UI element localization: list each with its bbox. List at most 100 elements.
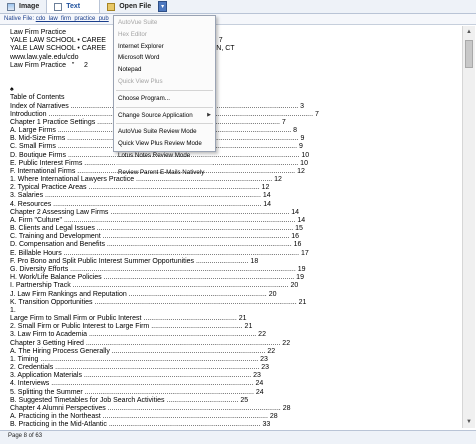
document-line: B. Clients and Legal Issues ............… — [10, 225, 303, 233]
menu-item-label: Hex Editor — [118, 30, 147, 38]
document-line: J. Law Firm Rankings and Reputation ....… — [10, 290, 277, 298]
document-line: D. Boutique Firms ......................… — [10, 151, 310, 159]
menu-item-label: Quick View Plus Review Mode — [118, 140, 202, 148]
native-file-label: Native File: — [4, 16, 35, 22]
document-line: ♠ — [10, 86, 14, 94]
status-bar: Page 8 of 63 — [0, 430, 476, 444]
document-line: YALE LAW SCHOOL • CAREE AVEN, CT — [10, 45, 235, 53]
document-line: Chapter 2 Assessing Law Firms ..........… — [10, 208, 300, 216]
menu-separator — [116, 89, 213, 91]
document-line: A. Practicing in the Northeast .........… — [10, 413, 278, 421]
document-line: www.law.yale.edu/cdo — [10, 53, 79, 61]
chevron-down-icon: ▾ — [161, 4, 165, 10]
document-line: A. Firm "Culture" ......................… — [10, 216, 306, 224]
tab-image-label: Image — [19, 3, 40, 10]
menu-item-lotus-notes-review-mode[interactable]: Lotus Notes Review Mode — [114, 150, 215, 162]
document-line: A. Large Firms .........................… — [10, 127, 298, 135]
scroll-up-arrow-icon[interactable]: ▲ — [463, 26, 475, 38]
document-line: 1. — [10, 306, 16, 314]
document-line: YALE LAW SCHOOL • CAREE 7 — [10, 37, 223, 45]
open-file-label: Open File — [119, 3, 152, 10]
menu-separator — [116, 163, 213, 165]
menu-item-label: Notepad — [118, 66, 142, 74]
document-line: 3. Law Firm to Academia ................… — [10, 331, 266, 339]
image-icon — [7, 2, 15, 11]
document-line: G. Diversity Efforts ...................… — [10, 265, 306, 273]
menu-item-label: Internet Explorer — [118, 42, 164, 50]
document-line: Chapter 3 Getting Hired ................… — [10, 339, 291, 347]
menu-item-choose-program[interactable]: Choose Program... — [114, 93, 215, 105]
document-line: I. Partnership Track ...................… — [10, 282, 299, 290]
folder-icon — [107, 2, 116, 11]
document-text-pane[interactable]: Law Firm Practice YALE LAW SCHOOL • CAREE… — [1, 26, 462, 428]
document-line: Large Firm to Small Firm or Public Inter… — [10, 315, 247, 323]
document-line: Chapter 1 Practice Settings ............… — [10, 118, 286, 126]
scrollbar-thumb[interactable] — [465, 40, 473, 68]
menu-item-change-source-application[interactable]: Change Source Application ▶ — [114, 110, 215, 122]
document-line: 2. Small Firm or Public Interest to Larg… — [10, 323, 253, 331]
tab-text-label: Text — [66, 3, 81, 10]
menu-item-autovue-suite: AutoVue Suite — [114, 17, 215, 29]
document-line: 5. Splitting the Summer ................… — [10, 388, 264, 396]
document-line: 4. Resources ...........................… — [10, 200, 272, 208]
open-file-menu: AutoVue Suite Hex Editor Internet Explorer… — [113, 15, 216, 176]
menu-item-label: Microsoft Word — [118, 54, 160, 62]
menu-item-label: AutoVue Suite Review Mode — [118, 128, 197, 136]
document-line: F. Pro Bono and Split Public Interest Su… — [10, 257, 259, 265]
document-line: Index of Narratives ....................… — [10, 102, 305, 110]
menu-item-label: Choose Program... — [118, 94, 170, 102]
document-line: B. Suggested Timetables for Job Search A… — [10, 396, 249, 404]
menu-item-label: Review Parent E-Mails Natively — [118, 168, 205, 176]
document-line: 2. Credentials .........................… — [10, 364, 270, 372]
document-line: Law Firm Practice — [10, 29, 67, 36]
document-line: Law Firm Practice " 2 — [10, 61, 88, 69]
document-line: 1. Where International Lawyers Practice … — [10, 176, 282, 184]
document-line: K. Transition Opportunities ............… — [10, 298, 307, 306]
page-indicator: Page 8 of 63 — [8, 433, 43, 439]
viewer-toolbar: Image Text Open File ▾ — [0, 0, 476, 14]
menu-item-notepad[interactable]: Notepad — [114, 64, 215, 76]
document-line: B. Practicing in the Mid-Atlantic ......… — [10, 421, 271, 428]
tab-image[interactable]: Image — [0, 0, 46, 13]
document-line: 2. Typical Practice Areas ..............… — [10, 184, 270, 192]
document-line: Chapter 4 Alumni Perspectives ..........… — [10, 404, 291, 412]
document-line: A. The Hiring Process Generally ........… — [10, 347, 276, 355]
menu-item-quick-view-plus: Quick View Plus — [114, 76, 215, 88]
document-line: D. Compensation and Benefits ...........… — [10, 241, 302, 249]
open-file-button[interactable]: Open File — [100, 0, 158, 13]
native-file-bar: Native File: cdo_law_firm_practice_pub — [0, 14, 476, 25]
document-line: 4. Interviews ..........................… — [10, 380, 264, 388]
menu-item-internet-explorer[interactable]: Internet Explorer — [114, 41, 215, 53]
menu-item-review-parent-e-mails-natively[interactable]: Review Parent E-Mails Natively — [114, 167, 215, 179]
document-line: C. Training and Development ............… — [10, 233, 300, 241]
menu-item-hex-editor: Hex Editor — [114, 29, 215, 41]
text-document-icon — [54, 2, 63, 11]
menu-separator — [116, 123, 213, 125]
native-file-link[interactable]: cdo_law_firm_practice_pub — [36, 16, 109, 22]
document-line: Table of Contents — [10, 94, 65, 102]
menu-item-microsoft-word[interactable]: Microsoft Word — [114, 52, 215, 64]
vertical-scrollbar[interactable]: ▲ ▼ — [462, 26, 475, 428]
document-line: E. Billable Hours ......................… — [10, 249, 309, 257]
document-line: E. Public Interest Firms ...............… — [10, 159, 308, 167]
document-line: Introduction ...........................… — [10, 110, 319, 118]
open-file-dropdown-button[interactable]: ▾ — [158, 1, 168, 12]
document-line: B. Mid-Size Firms ......................… — [10, 135, 305, 143]
document-line: F. International Firms .................… — [10, 167, 305, 175]
document-line: 3. Application Materials ...............… — [10, 372, 261, 380]
document-line: 1. Timing ..............................… — [10, 355, 268, 363]
document-line: H. Work/Life Balance Policies ..........… — [10, 274, 304, 282]
menu-item-quick-view-plus-review-mode[interactable]: Quick View Plus Review Mode — [114, 138, 215, 150]
submenu-arrow-icon: ▶ — [207, 111, 211, 118]
scroll-down-arrow-icon[interactable]: ▼ — [463, 416, 475, 428]
document-line: C. Small Firms .........................… — [10, 143, 303, 151]
tab-text[interactable]: Text — [46, 0, 101, 13]
document-line: 3. Salaries ............................… — [10, 192, 271, 200]
menu-item-autovue-suite-review-mode[interactable]: AutoVue Suite Review Mode — [114, 126, 215, 138]
menu-separator — [116, 106, 213, 108]
menu-item-label: Change Source Application — [118, 111, 193, 119]
menu-item-label: Quick View Plus — [118, 77, 163, 85]
menu-item-label: Lotus Notes Review Mode — [118, 151, 191, 159]
